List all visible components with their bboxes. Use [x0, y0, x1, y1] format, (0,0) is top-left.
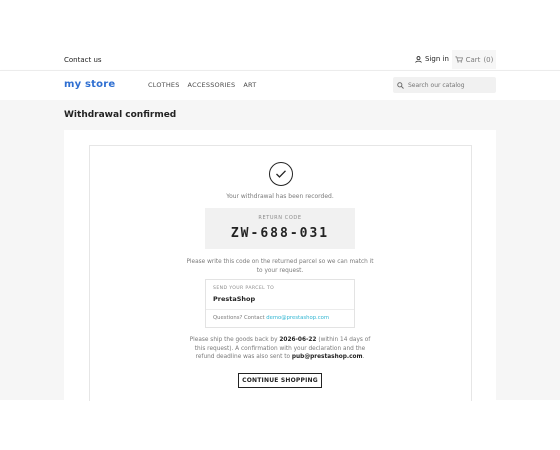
return-code-box: RETURN CODE ZW-688-031 [205, 208, 355, 249]
sign-in-label: Sign in [425, 55, 449, 63]
main-nav: CLOTHES ACCESSORIES ART [148, 81, 256, 89]
cart-count: (0) [483, 55, 494, 64]
logo-text: my store [64, 79, 116, 90]
parcel-address-box: SEND YOUR PARCEL TO PrestaShop Questions… [205, 279, 355, 328]
divider [206, 309, 354, 310]
parcel-recipient: PrestaShop [213, 295, 256, 303]
nav-item-accessories[interactable]: ACCESSORIES [188, 81, 236, 89]
continue-shopping-button[interactable]: CONTINUE SHOPPING [238, 373, 322, 388]
questions-prefix: Questions? Contact [213, 315, 265, 321]
ship-back-text: Please ship the goods back by 2026-06-22… [185, 336, 375, 362]
search-icon[interactable] [397, 81, 404, 89]
parcel-label: SEND YOUR PARCEL TO [213, 286, 275, 291]
ship-suffix: . [362, 354, 365, 360]
contact-email-link[interactable]: demo@prestashop.com [266, 315, 329, 321]
cart-button[interactable]: Cart (0) [452, 50, 496, 69]
contact-us-link[interactable]: Contact us [64, 56, 102, 64]
ship-prefix: Please ship the goods back by [189, 337, 278, 343]
user-icon [415, 55, 422, 63]
search-box [393, 77, 496, 93]
nav-item-art[interactable]: ART [243, 81, 256, 89]
cart-label: Cart [465, 55, 481, 64]
return-code-label: RETURN CODE [258, 215, 302, 221]
nav-item-clothes[interactable]: CLOTHES [148, 81, 180, 89]
store-logo[interactable]: my store [64, 79, 115, 90]
ship-deadline-date: 2026-06-22 [279, 337, 317, 343]
page-title: Withdrawal confirmed [64, 110, 177, 120]
top-bar: Contact us Sign in Cart (0) [0, 0, 560, 70]
search-input[interactable] [404, 81, 488, 89]
write-code-instruction: Please write this code on the returned p… [186, 259, 374, 274]
check-circle-icon [269, 162, 293, 186]
confirmation-email: pub@prestashop.com [291, 354, 363, 360]
questions-text: Questions? Contact demo@prestashop.com [213, 315, 329, 321]
sign-in-link[interactable]: Sign in [415, 55, 449, 63]
shopping-cart-icon [454, 56, 463, 63]
return-code-value: ZW-688-031 [230, 226, 330, 241]
withdrawal-recorded-text: Your withdrawal has been recorded. [226, 193, 334, 200]
